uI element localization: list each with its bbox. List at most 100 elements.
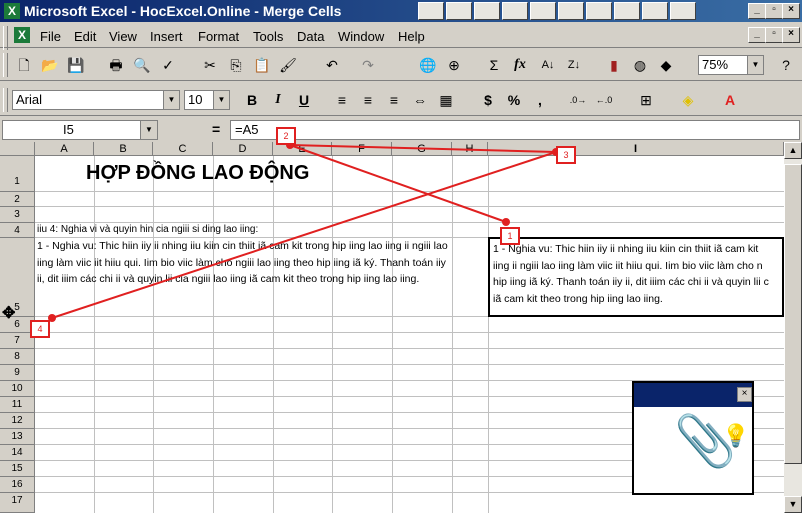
row-header-3[interactable]: 3 [0,207,35,223]
col-header-h[interactable]: H [452,142,488,156]
cell-a4[interactable]: iiu 4: Nghia vi và quyin hin cia ngiii s… [37,224,258,235]
scroll-down-icon[interactable]: ▼ [784,496,802,513]
open-icon[interactable]: 📂 [40,56,60,74]
currency-button[interactable]: $ [478,91,498,109]
align-left-icon[interactable]: ≡ [332,91,352,109]
doc-minimize-button[interactable]: _ [748,27,766,43]
align-right-icon[interactable]: ≡ [384,91,404,109]
doc-restore-button[interactable]: ▫ [765,27,783,43]
row-header-11[interactable]: 11 [0,397,35,413]
chart-wizard-icon[interactable]: ▮ [604,56,624,74]
window-icon-5[interactable] [530,2,556,20]
percent-button[interactable]: % [504,91,524,109]
row-header-9[interactable]: 9 [0,365,35,381]
window-icon-2[interactable] [446,2,472,20]
row-header-8[interactable]: 8 [0,349,35,365]
menu-format[interactable]: Format [198,29,239,44]
close-icon[interactable]: × [737,387,752,402]
menu-grip[interactable] [3,26,8,50]
col-header-d[interactable]: D [213,142,273,156]
menu-file[interactable]: File [40,29,61,44]
undo-icon[interactable]: ↶ [322,56,342,74]
doc-close-button[interactable]: × [782,27,800,43]
row-header-13[interactable]: 13 [0,429,35,445]
row-header-2[interactable]: 2 [0,192,35,207]
toolbar-grip[interactable] [3,53,8,77]
menu-data[interactable]: Data [297,29,324,44]
menu-help[interactable]: Help [398,29,425,44]
format-toolbar-grip[interactable] [3,88,8,112]
zoom-select[interactable]: 75% ▼ [698,55,764,75]
window-icon-3[interactable] [474,2,500,20]
name-box[interactable]: I5 ▼ [2,120,158,140]
col-header-b[interactable]: B [94,142,153,156]
window-icon-6[interactable] [558,2,584,20]
menu-insert[interactable]: Insert [150,29,183,44]
window-icon-10[interactable] [670,2,696,20]
increase-decimal-icon[interactable]: .0→ [568,91,588,109]
underline-button[interactable]: U [294,91,314,109]
cell-i5-selected[interactable]: 1 - Nghia vu: Thic hiin iiy ii nhing iiu… [488,237,784,317]
row-header-17[interactable]: 17 [0,493,35,513]
menu-edit[interactable]: Edit [74,29,96,44]
paste-icon[interactable]: 📋 [252,56,272,74]
italic-button[interactable]: I [268,91,288,109]
align-center-icon[interactable]: ≡ [358,91,378,109]
bold-button[interactable]: B [242,91,262,109]
row-header-16[interactable]: 16 [0,477,35,493]
office-assistant[interactable]: × 📎 💡 [632,381,754,495]
menu-window[interactable]: Window [338,29,384,44]
row-header-15[interactable]: 15 [0,461,35,477]
map-icon[interactable]: ◍ [630,56,650,74]
paste-function-icon[interactable]: fx [510,56,530,74]
redo-icon[interactable]: ↷ [358,56,378,74]
cut-icon[interactable]: ✂ [200,56,220,74]
decrease-decimal-icon[interactable]: ←.0 [594,91,614,109]
new-icon[interactable]: 🗋 [14,56,34,74]
print-preview-icon[interactable]: 🔍 [132,56,152,74]
window-icon-1[interactable] [418,2,444,20]
excel-app-icon[interactable]: X [4,3,20,19]
font-color-icon[interactable]: A [720,91,740,109]
row-header-4[interactable]: 4 [0,223,35,238]
sort-descending-icon[interactable]: Z↓ [564,56,584,74]
drawing-icon[interactable]: ◆ [656,56,676,74]
select-all-corner[interactable] [0,142,35,156]
spelling-icon[interactable]: ✓ [158,56,178,74]
cell-a5[interactable]: 1 - Nghia vu: Thic hiin iiy ii nhing iiu… [37,238,451,288]
menu-view[interactable]: View [109,29,137,44]
chevron-down-icon[interactable]: ▼ [213,91,229,109]
print-icon[interactable]: 🖶 [106,56,126,74]
scroll-up-icon[interactable]: ▲ [784,142,802,159]
window-icon-4[interactable] [502,2,528,20]
vertical-scrollbar[interactable]: ▲ ▼ [784,142,802,513]
chevron-down-icon[interactable]: ▼ [140,121,157,139]
menu-tools[interactable]: Tools [253,29,283,44]
office-assistant-icon[interactable]: ? [776,56,796,74]
hyperlink-icon[interactable]: 🌐 [418,56,438,74]
window-icon-7[interactable] [586,2,612,20]
row-header-12[interactable]: 12 [0,413,35,429]
workbook-icon[interactable]: X [14,27,30,43]
minimize-button[interactable]: _ [748,3,766,19]
chevron-down-icon[interactable]: ▼ [163,91,179,109]
col-header-c[interactable]: C [153,142,213,156]
sort-ascending-icon[interactable]: A↓ [538,56,558,74]
formula-input[interactable]: =A5 [230,120,800,140]
fill-color-icon[interactable]: ◈ [678,91,698,109]
window-icon-9[interactable] [642,2,668,20]
web-toolbar-icon[interactable]: ⊕ [444,56,464,74]
comma-button[interactable]: , [530,91,550,109]
save-icon[interactable]: 💾 [66,56,86,74]
autosum-icon[interactable]: Σ [484,56,504,74]
table-icon[interactable]: ▦ [436,91,456,109]
format-painter-icon[interactable]: 🖌 [278,56,298,74]
row-header-10[interactable]: 10 [0,381,35,397]
col-header-g[interactable]: G [392,142,452,156]
borders-icon[interactable]: ⊞ [636,91,656,109]
merge-center-icon[interactable]: ⇔ [410,91,430,109]
scroll-thumb[interactable] [784,164,802,464]
copy-icon[interactable]: ⎘ [226,56,246,74]
font-select[interactable]: Arial ▼ [12,90,180,110]
sheet-title-cell[interactable]: HỢP ĐỒNG LAO ĐỘNG [86,162,309,185]
